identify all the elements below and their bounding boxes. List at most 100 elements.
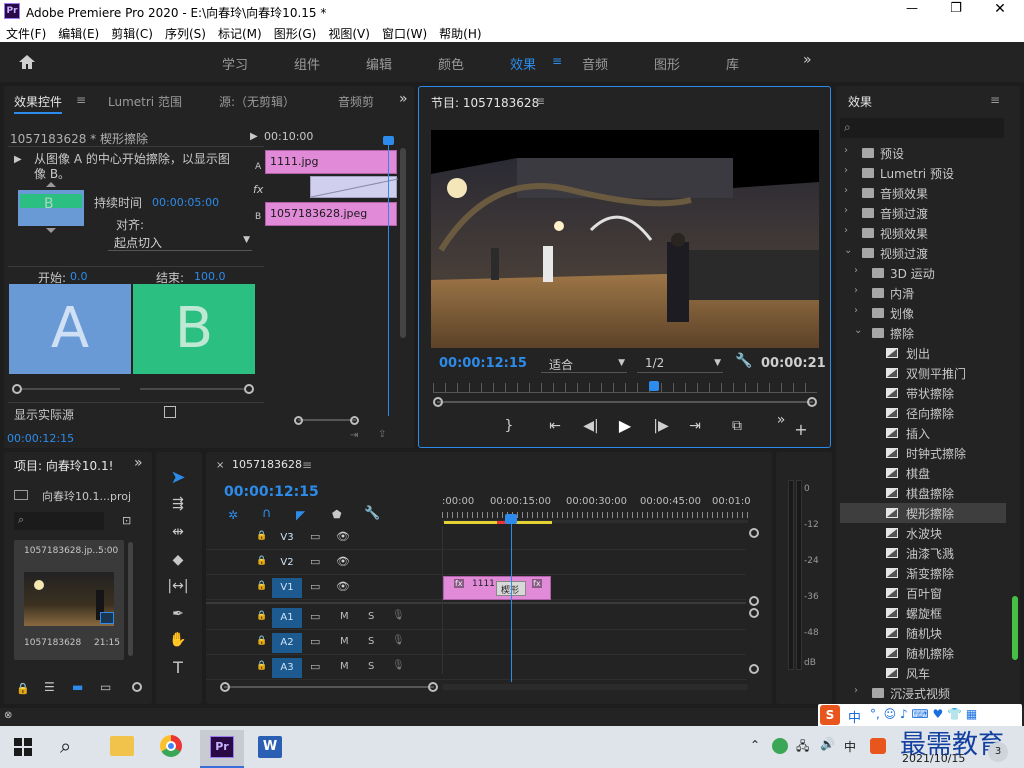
mute-button[interactable]: M bbox=[340, 636, 349, 647]
lock-icon[interactable]: 🔒 bbox=[256, 636, 267, 646]
search-icon[interactable]: ⌕ bbox=[60, 734, 71, 758]
align-dropdown[interactable]: 起点切入 ▼ bbox=[108, 233, 252, 251]
clip-a-bar[interactable]: 1111.jpg bbox=[265, 150, 397, 174]
mute-button[interactable]: M bbox=[340, 611, 349, 622]
workspace-tab-7[interactable]: 库 bbox=[726, 54, 798, 73]
end-value[interactable]: 100.0 bbox=[194, 270, 226, 283]
ec-zoom-scroll[interactable] bbox=[294, 416, 360, 425]
lock-icon[interactable]: 🔒 bbox=[16, 682, 30, 695]
marker-icon[interactable]: ⬟ bbox=[332, 508, 342, 521]
workspace-tab-5[interactable]: 音频 bbox=[582, 54, 654, 73]
chevron-down-icon[interactable]: ⌄ bbox=[844, 245, 852, 256]
snap-icon[interactable]: ✲ bbox=[228, 508, 238, 522]
ec-vertical-scroll[interactable] bbox=[400, 148, 406, 338]
a-scroll-mid-knob[interactable] bbox=[749, 608, 759, 618]
volume-icon[interactable]: 🔊 bbox=[820, 737, 835, 751]
add-marker-icon[interactable]: ◤ bbox=[296, 508, 305, 522]
timeline-settings-icon[interactable]: 🔧 bbox=[364, 506, 380, 521]
lock-icon[interactable]: 🔒 bbox=[256, 611, 267, 621]
effects-item[interactable]: › 沉浸式视频 bbox=[840, 683, 1006, 703]
chevron-right-icon[interactable]: › bbox=[854, 685, 858, 696]
panel-menu-icon[interactable]: ≡ bbox=[535, 94, 545, 108]
effects-item[interactable]: 划出 bbox=[840, 343, 1006, 363]
mark-out-icon[interactable]: } bbox=[493, 415, 525, 437]
notification-icon[interactable]: 3 bbox=[988, 742, 1008, 762]
effects-item[interactable]: 油漆飞溅 bbox=[840, 543, 1006, 563]
toggle-sync-icon[interactable]: ▭ bbox=[310, 580, 320, 593]
overflow-tabs-icon[interactable]: » bbox=[134, 455, 143, 471]
workspace-tab-1[interactable]: 组件 bbox=[294, 54, 366, 73]
menu-item-5[interactable]: 图形(G) bbox=[274, 25, 317, 42]
effects-item[interactable]: 带状擦除 bbox=[840, 383, 1006, 403]
effects-item[interactable]: › 音频效果 bbox=[840, 183, 1006, 203]
track-target-label[interactable]: A1 bbox=[272, 608, 302, 628]
start-value[interactable]: 0.0 bbox=[70, 270, 88, 283]
track-target-label[interactable]: A2 bbox=[272, 633, 302, 653]
solo-button[interactable]: S bbox=[368, 636, 374, 647]
ime-indicator[interactable]: 中 bbox=[844, 738, 856, 755]
effects-item[interactable]: 风车 bbox=[840, 663, 1006, 683]
workspace-tab-3[interactable]: 颜色 bbox=[438, 54, 510, 73]
toggle-sync-icon[interactable]: ▭ bbox=[310, 530, 320, 543]
effects-item[interactable]: ⌄ 视频过渡 bbox=[840, 243, 1006, 263]
play-preview-icon[interactable]: ▶ bbox=[14, 154, 22, 165]
pen-tool-icon[interactable]: ✒ bbox=[166, 606, 190, 622]
start-slider[interactable] bbox=[12, 384, 124, 394]
chevron-right-icon[interactable]: › bbox=[854, 305, 858, 316]
solo-button[interactable]: S bbox=[368, 661, 374, 672]
effects-item[interactable]: › 3D 运动 bbox=[840, 263, 1006, 283]
panel-menu-icon[interactable]: ≡ bbox=[990, 93, 1000, 107]
effects-item[interactable]: › Lumetri 预设 bbox=[840, 163, 1006, 183]
effects-item[interactable]: › 划像 bbox=[840, 303, 1006, 323]
slip-tool-icon[interactable]: |↔| bbox=[166, 578, 190, 594]
panel-menu-icon[interactable]: ≡ bbox=[302, 458, 312, 472]
razor-tool-icon[interactable]: ◆ bbox=[166, 552, 190, 568]
linked-selection-icon[interactable]: ∩ bbox=[262, 506, 272, 521]
chevron-right-icon[interactable]: › bbox=[844, 205, 848, 216]
file-explorer-icon[interactable] bbox=[110, 736, 134, 756]
tab-lumetri-scopes[interactable]: Lumetri 范围 bbox=[108, 93, 182, 110]
mic-icon[interactable]: 🎙 bbox=[392, 660, 405, 671]
effects-item[interactable]: 渐变擦除 bbox=[840, 563, 1006, 583]
export-icon[interactable]: ⇪ bbox=[378, 429, 386, 440]
go-to-out-icon[interactable]: ⇥ bbox=[679, 415, 711, 437]
mic-icon[interactable]: 🎙 bbox=[392, 635, 405, 646]
sequence-tab[interactable]: 1057183628 bbox=[232, 458, 302, 471]
effects-item[interactable]: 双侧平推门 bbox=[840, 363, 1006, 383]
wrench-icon[interactable]: 🔧 bbox=[735, 353, 752, 369]
go-to-in-icon[interactable]: ⇤ bbox=[539, 415, 571, 437]
icon-view-icon[interactable]: ▬ bbox=[72, 680, 83, 694]
panel-menu-icon[interactable]: ≡ bbox=[76, 93, 86, 107]
zoom-slider-knob[interactable] bbox=[132, 682, 142, 692]
sogou-tray-icon[interactable] bbox=[870, 738, 886, 754]
menu-item-0[interactable]: 文件(F) bbox=[6, 25, 46, 42]
effects-item[interactable]: 水波块 bbox=[840, 523, 1006, 543]
windows-start-icon[interactable] bbox=[14, 738, 32, 756]
duration-value[interactable]: 00:00:05:00 bbox=[152, 196, 219, 209]
tab-source[interactable]: 源:（无剪辑） bbox=[219, 93, 295, 110]
chevron-right-icon[interactable]: › bbox=[844, 145, 848, 156]
chevron-right-icon[interactable]: › bbox=[854, 285, 858, 296]
timeline-clip-1111[interactable]: 1111 fx fx 楔形 bbox=[443, 576, 551, 600]
effects-item[interactable]: › 内滑 bbox=[840, 283, 1006, 303]
menu-item-3[interactable]: 序列(S) bbox=[165, 25, 206, 42]
effects-item[interactable]: 插入 bbox=[840, 423, 1006, 443]
ripple-edit-tool-icon[interactable]: ⇹ bbox=[166, 524, 190, 540]
selection-tool-icon[interactable]: ➤ bbox=[166, 466, 190, 490]
mic-icon[interactable]: 🎙 bbox=[392, 610, 405, 621]
program-zoom-scroll[interactable] bbox=[433, 397, 817, 407]
tab-effect-controls[interactable]: 效果控件 bbox=[14, 93, 63, 114]
project-title[interactable]: 项目: 向春玲10.1! bbox=[14, 457, 114, 474]
effects-item[interactable]: › 音频过渡 bbox=[840, 203, 1006, 223]
more-workspaces-icon[interactable]: » bbox=[803, 52, 812, 68]
v-scroll-top-knob[interactable] bbox=[749, 528, 759, 538]
workspace-tab-6[interactable]: 图形 bbox=[654, 54, 726, 73]
chevron-right-icon[interactable]: › bbox=[844, 185, 848, 196]
chevron-right-icon[interactable]: › bbox=[854, 265, 858, 276]
chrome-icon[interactable] bbox=[160, 735, 182, 757]
effects-item[interactable]: 百叶窗 bbox=[840, 583, 1006, 603]
clip-b-bar[interactable]: 1057183628.jpeg bbox=[265, 202, 397, 226]
network-icon[interactable]: 🖧 bbox=[796, 737, 809, 758]
eye-icon[interactable]: 👁 bbox=[336, 555, 350, 568]
fit-dropdown[interactable]: 适合 ▼ bbox=[541, 355, 627, 373]
